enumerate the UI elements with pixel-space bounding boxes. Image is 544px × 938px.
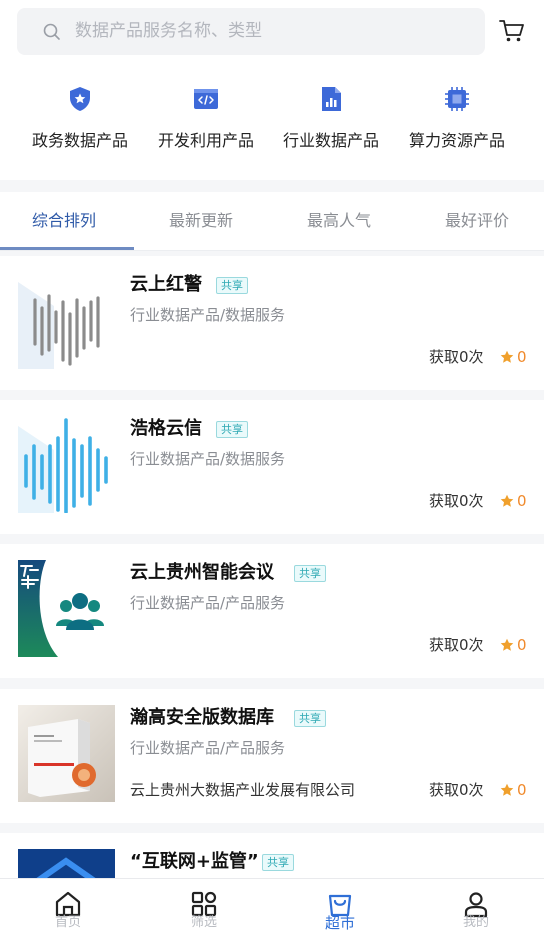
- nav-label: 筛选: [190, 915, 217, 930]
- product-name: 云上贵州智能会议: [130, 562, 274, 583]
- category-label: 算力资源产品: [408, 131, 505, 150]
- product-card[interactable]: 瀚高安全版数据库 共享 行业数据产品/产品服务 云上贵州大数据产业发展有限公司 …: [0, 689, 544, 823]
- product-name: 瀚高安全版数据库: [130, 707, 274, 728]
- product-card[interactable]: 浩格云信 共享 行业数据产品/数据服务 获取0次 0: [0, 400, 544, 534]
- share-badge: 共享: [262, 854, 294, 871]
- bar-chart-doc-icon: [322, 87, 341, 111]
- access-count: 获取0次: [429, 636, 484, 654]
- search-input[interactable]: 数据产品服务名称、类型: [75, 19, 262, 43]
- share-badge: 共享: [294, 565, 326, 582]
- search-bar[interactable]: 数据产品服务名称、类型: [17, 8, 485, 55]
- tab-comprehensive[interactable]: 综合排列: [32, 210, 96, 232]
- search-icon: [43, 23, 60, 40]
- product-category: 行业数据产品/产品服务: [130, 739, 286, 757]
- category-compute[interactable]: 算力资源产品: [394, 82, 520, 152]
- category-industry-data[interactable]: 行业数据产品: [268, 82, 394, 152]
- product-thumbnail: [18, 416, 115, 513]
- product-category: 行业数据产品/数据服务: [130, 450, 286, 468]
- product-name: 浩格云信: [130, 418, 202, 439]
- category-label: 政务数据产品: [31, 131, 128, 150]
- product-thumbnail: [18, 272, 115, 369]
- category-label: 开发利用产品: [157, 131, 254, 150]
- bottom-navigation: 首页 筛选 超市 我的: [0, 878, 544, 938]
- tab-popular[interactable]: 最高人气: [307, 210, 371, 232]
- product-card[interactable]: 云上贵州智能会议 共享 行业数据产品/产品服务 获取0次 0: [0, 544, 544, 678]
- nav-label: 超市: [324, 914, 355, 932]
- sort-tabs: 综合排列 最新更新 最高人气 最好评价: [0, 192, 544, 250]
- rating-value: 0: [517, 348, 527, 366]
- divider: [0, 250, 544, 251]
- product-card[interactable]: 云上红警 共享 行业数据产品/数据服务 获取0次 0: [0, 256, 544, 390]
- category-grid: 政务数据产品 开发利用产品 行业数据产品 算力资源产品: [0, 82, 544, 162]
- category-gov-data[interactable]: 政务数据产品: [17, 82, 143, 152]
- star-icon: [500, 638, 514, 651]
- product-thumbnail: [18, 560, 115, 657]
- nav-label: 首页: [54, 915, 81, 930]
- rating-value: 0: [517, 781, 527, 799]
- user-icon: [464, 892, 488, 918]
- product-name: 云上红警: [130, 274, 202, 295]
- home-icon: [55, 891, 81, 917]
- nav-home[interactable]: 首页: [0, 879, 136, 938]
- market-page: 数据产品服务名称、类型 政务数据产品 开发利用产品 行业数据产品 算力资源产品 …: [0, 0, 544, 938]
- product-category: 行业数据产品/数据服务: [130, 306, 286, 324]
- shield-star-icon: [70, 87, 90, 111]
- share-badge: 共享: [216, 421, 248, 438]
- star-icon: [500, 783, 514, 796]
- star-icon: [500, 350, 514, 363]
- provider-company: 云上贵州大数据产业发展有限公司: [130, 781, 356, 799]
- rating-value: 0: [517, 492, 527, 510]
- category-label: 行业数据产品: [282, 131, 379, 150]
- cart-icon[interactable]: [499, 18, 525, 44]
- access-count: 获取0次: [429, 781, 484, 799]
- code-window-icon: [194, 89, 218, 109]
- header-section: 数据产品服务名称、类型 政务数据产品 开发利用产品 行业数据产品 算力资源产品: [0, 0, 544, 180]
- category-dev-use[interactable]: 开发利用产品: [143, 82, 269, 152]
- product-name: “互联网+监管”: [130, 851, 259, 872]
- access-count: 获取0次: [429, 348, 484, 366]
- grid-filter-icon: [191, 891, 217, 917]
- access-count: 获取0次: [429, 492, 484, 510]
- product-category: 行业数据产品/产品服务: [130, 594, 286, 612]
- nav-filter[interactable]: 筛选: [136, 879, 272, 938]
- share-badge: 共享: [294, 710, 326, 727]
- chip-icon: [445, 87, 469, 111]
- star-icon: [500, 494, 514, 507]
- tab-best-rated[interactable]: 最好评价: [445, 210, 509, 232]
- tab-latest[interactable]: 最新更新: [169, 210, 233, 232]
- rating-value: 0: [517, 636, 527, 654]
- product-thumbnail: [18, 705, 115, 802]
- nav-market[interactable]: 超市: [272, 879, 408, 938]
- nav-profile[interactable]: 我的: [408, 879, 544, 938]
- share-badge: 共享: [216, 277, 248, 294]
- nav-label: 我的: [462, 915, 489, 930]
